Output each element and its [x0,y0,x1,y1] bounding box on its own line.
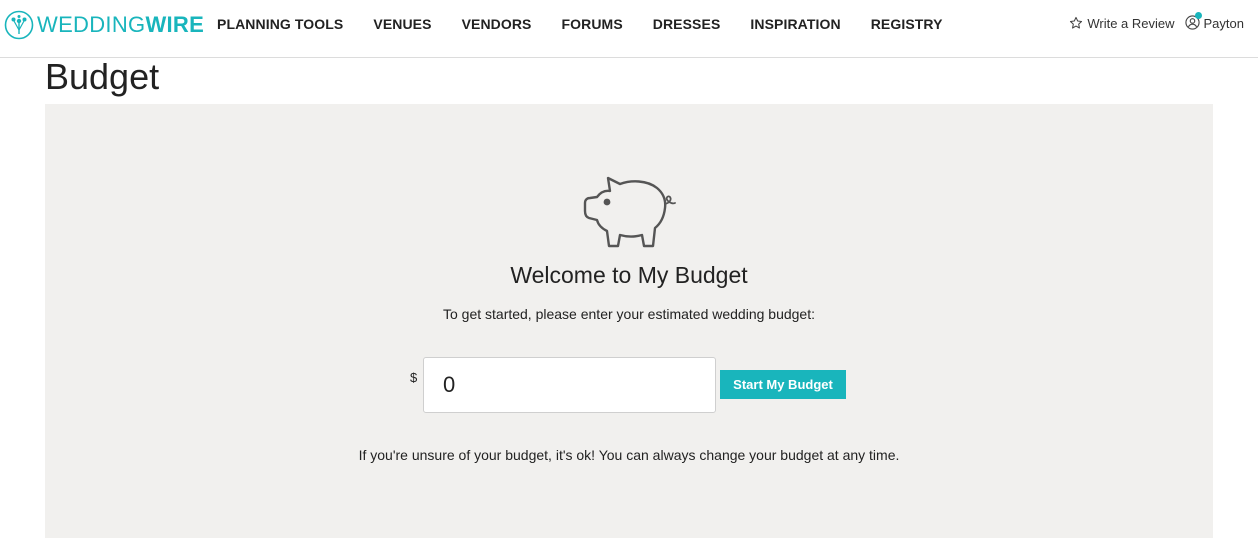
logo-text-bold: WIRE [145,12,205,37]
user-avatar [1184,12,1202,31]
account-area: Write a Review Payton [1069,12,1244,31]
weddingwire-logo[interactable]: WEDDINGWIRE [4,9,204,41]
budget-amount-input[interactable] [423,357,716,413]
nav-venues[interactable]: VENUES [373,16,431,32]
nav-dresses[interactable]: DRESSES [653,16,721,32]
user-menu[interactable]: Payton [1184,12,1244,31]
start-my-budget-button[interactable]: Start My Budget [720,370,846,399]
nav-planning-tools[interactable]: PLANNING TOOLS [217,16,343,32]
user-name: Payton [1203,15,1244,31]
bouquet-icon [4,10,34,40]
budget-footnote: If you're unsure of your budget, it's ok… [358,447,900,463]
site-header: WEDDINGWIRE PLANNING TOOLS VENUES VENDOR… [0,0,1258,58]
write-review-label: Write a Review [1087,15,1175,31]
nav-forums[interactable]: FORUMS [562,16,623,32]
welcome-heading: Welcome to My Budget [510,262,748,288]
notification-dot [1194,12,1202,19]
nav-vendors[interactable]: VENDORS [462,16,532,32]
currency-symbol: $ [410,370,418,385]
nav-inspiration[interactable]: INSPIRATION [750,16,840,32]
star-outline-icon [1070,16,1083,29]
write-review-link[interactable]: Write a Review [1069,15,1175,31]
nav-registry[interactable]: REGISTRY [871,16,943,32]
page-title: Budget [45,56,160,97]
piggy-bank-icon [583,176,676,248]
logo-text-light: WEDDING [37,12,146,37]
budget-welcome-panel: Welcome to My Budget To get started, ple… [45,104,1213,538]
main-nav: PLANNING TOOLS VENUES VENDORS FORUMS DRE… [217,16,943,32]
logo-text: WEDDINGWIRE [37,12,204,38]
budget-instructions: To get started, please enter your estima… [442,306,815,322]
